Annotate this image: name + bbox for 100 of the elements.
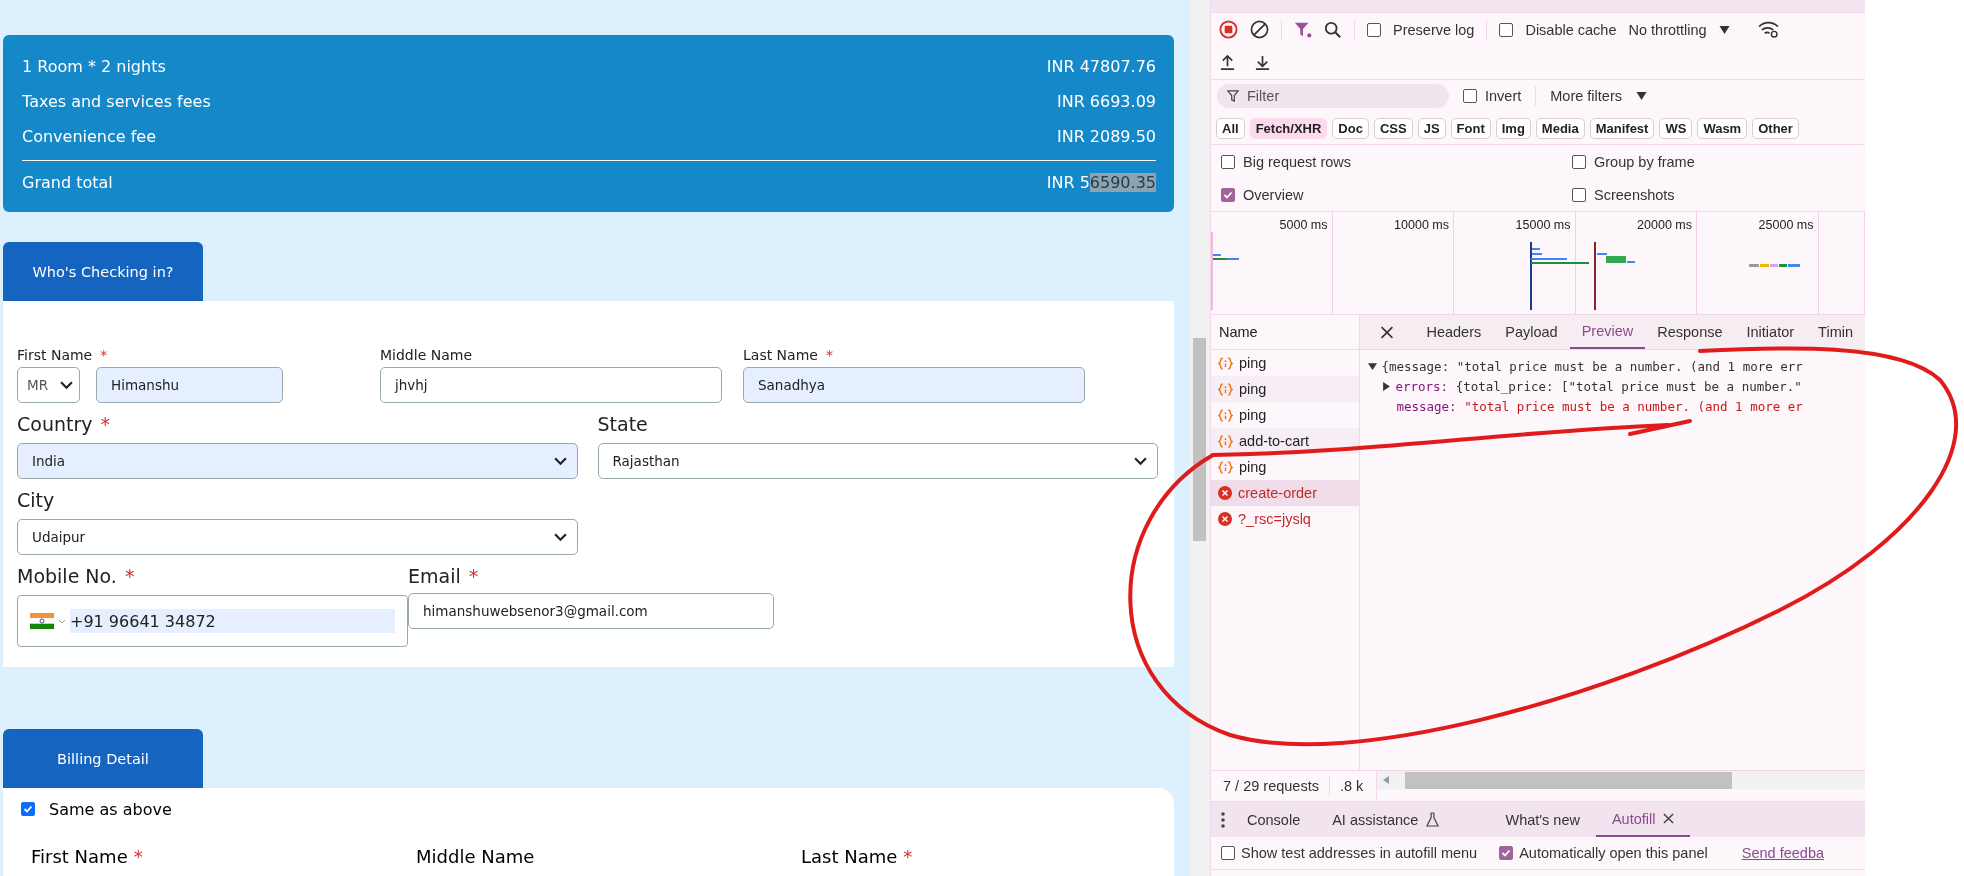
- download-icon[interactable]: [1254, 54, 1271, 71]
- feedback-link[interactable]: Send feedba: [1741, 845, 1825, 861]
- fetch-icon: [1218, 434, 1233, 448]
- checkbox-label: Automatically open this panel: [1519, 845, 1708, 861]
- fetch-icon: [1218, 408, 1233, 422]
- checkbox[interactable]: [1221, 846, 1235, 860]
- checkbox[interactable]: [21, 802, 35, 816]
- close-icon[interactable]: [1663, 813, 1675, 824]
- checkbox-label: Group by frame: [1594, 153, 1695, 170]
- detail-tab[interactable]: Timin: [1806, 315, 1865, 349]
- flask-icon: [1426, 812, 1440, 827]
- text-field[interactable]: Himanshu: [96, 367, 283, 403]
- search-icon[interactable]: [1324, 20, 1342, 39]
- drawer-tab[interactable]: AI assistance: [1316, 802, 1456, 837]
- request-row[interactable]: ping: [1211, 402, 1360, 428]
- request-row[interactable]: ping: [1211, 350, 1360, 376]
- request-row[interactable]: add-to-cart: [1211, 428, 1360, 454]
- throttling-dropdown[interactable]: No throttling: [1628, 21, 1707, 38]
- checkbox[interactable]: [1572, 187, 1586, 202]
- clear-icon[interactable]: [1250, 20, 1269, 39]
- timeline-tick-label: 5000 ms: [1279, 218, 1328, 232]
- price-label: Convenience fee: [22, 127, 157, 146]
- type-filter-chip[interactable]: Other: [1752, 117, 1799, 139]
- detail-tab[interactable]: Payload: [1493, 315, 1570, 349]
- checkbox[interactable]: [1572, 154, 1586, 169]
- field-label: Email: [408, 565, 461, 589]
- type-filter-chip[interactable]: Doc: [1332, 117, 1369, 139]
- checkbox[interactable]: [1499, 846, 1514, 860]
- price-amount: INR 47807.76: [1046, 57, 1156, 76]
- text-field[interactable]: Sanadhya: [743, 367, 1085, 403]
- request-row[interactable]: ping: [1211, 454, 1360, 480]
- detail-tab[interactable]: Preview: [1569, 315, 1646, 349]
- text-field[interactable]: himanshuwebsenor3@gmail.com: [408, 593, 774, 629]
- scrollbar[interactable]: [1190, 0, 1210, 876]
- request-row[interactable]: create-order: [1211, 480, 1360, 506]
- required-mark: *: [825, 347, 833, 363]
- chevron-icon: [58, 618, 66, 624]
- type-filter-chip[interactable]: WS: [1659, 117, 1693, 139]
- type-filter-chip[interactable]: JS: [1417, 117, 1446, 139]
- type-filter-chip[interactable]: Media: [1535, 117, 1585, 139]
- checkbox[interactable]: [1463, 89, 1477, 103]
- required-mark: *: [133, 846, 143, 867]
- more-filters-dropdown[interactable]: More filters: [1550, 88, 1622, 104]
- detail-tab[interactable]: Headers: [1414, 315, 1494, 349]
- text-field[interactable]: jhvhj: [380, 367, 722, 403]
- detail-tab[interactable]: Response: [1645, 315, 1735, 349]
- type-filter-chip[interactable]: CSS: [1373, 117, 1413, 139]
- record-icon[interactable]: [1219, 20, 1238, 39]
- filter-icon[interactable]: [1294, 20, 1312, 39]
- column-header[interactable]: Name: [1211, 315, 1360, 350]
- type-filter-chip[interactable]: Wasm: [1697, 117, 1748, 139]
- timeline-tick-label: 10000 ms: [1394, 218, 1449, 232]
- dropdown-field[interactable]: Rajasthan: [597, 443, 1158, 479]
- dropdown-field[interactable]: India: [17, 443, 578, 479]
- filter-field[interactable]: Filter: [1217, 84, 1449, 108]
- timeline-tick-label: 20000 ms: [1637, 218, 1692, 232]
- caret-icon: [1718, 25, 1730, 34]
- checkbox-label: Disable cache: [1525, 21, 1617, 38]
- type-filter-chip[interactable]: All: [1216, 117, 1245, 139]
- checkbox-label: Overview: [1243, 186, 1304, 203]
- field-label: Middle Name: [380, 347, 472, 363]
- checkbox-label: Same as above: [49, 799, 172, 819]
- request-row[interactable]: ping: [1211, 376, 1360, 402]
- price-amount: INR 2089.50: [1056, 127, 1156, 146]
- grand-total-amount: INR 56590.35: [1046, 173, 1156, 192]
- request-row[interactable]: ?_rsc=jyslq: [1211, 506, 1360, 532]
- type-filter-chip[interactable]: Fetch/XHR: [1249, 117, 1328, 139]
- horizontal-scrollbar[interactable]: [1377, 771, 1865, 789]
- filter-icon: [1227, 90, 1239, 102]
- checkmark-icon: [23, 804, 33, 814]
- dropdown-field[interactable]: Udaipur: [17, 519, 578, 555]
- chevron-icon: [60, 380, 73, 390]
- drawer-tab[interactable]: Autofill: [1595, 802, 1691, 837]
- checkbox-label: Invert: [1485, 88, 1522, 104]
- type-filter-chip[interactable]: Manifest: [1589, 117, 1655, 139]
- required-mark: *: [468, 565, 479, 589]
- type-filter-chip[interactable]: Img: [1495, 117, 1531, 139]
- phone-field[interactable]: +91 96641 34872: [17, 595, 408, 647]
- checkbox[interactable]: [1221, 154, 1235, 169]
- checkbox-label: Screenshots: [1594, 186, 1675, 203]
- checkbox[interactable]: [1499, 22, 1514, 37]
- upload-icon[interactable]: [1219, 54, 1236, 71]
- checkbox-label: Preserve log: [1393, 21, 1475, 38]
- type-filter-chip[interactable]: Font: [1450, 117, 1491, 139]
- checkbox[interactable]: [1221, 187, 1235, 202]
- checkmark-icon: [1223, 189, 1233, 200]
- chevron-icon: [553, 532, 567, 542]
- drawer-tab[interactable]: Console: [1231, 802, 1317, 837]
- more-options-icon[interactable]: [1221, 811, 1225, 828]
- salutation-dropdown[interactable]: MR: [17, 367, 80, 403]
- expanded-triangle-icon[interactable]: [1368, 361, 1378, 371]
- checkbox[interactable]: [1367, 22, 1381, 37]
- request-bars-drawing: [1749, 264, 1801, 267]
- caret-icon: [1636, 92, 1647, 100]
- detail-tab[interactable]: Initiator: [1734, 315, 1807, 349]
- fetch-icon: [1218, 460, 1233, 474]
- drawer-tab[interactable]: What's new: [1489, 802, 1596, 837]
- flag-icon: [30, 613, 54, 629]
- collapsed-triangle-icon[interactable]: [1382, 381, 1392, 391]
- wifi-settings-icon[interactable]: [1757, 21, 1779, 38]
